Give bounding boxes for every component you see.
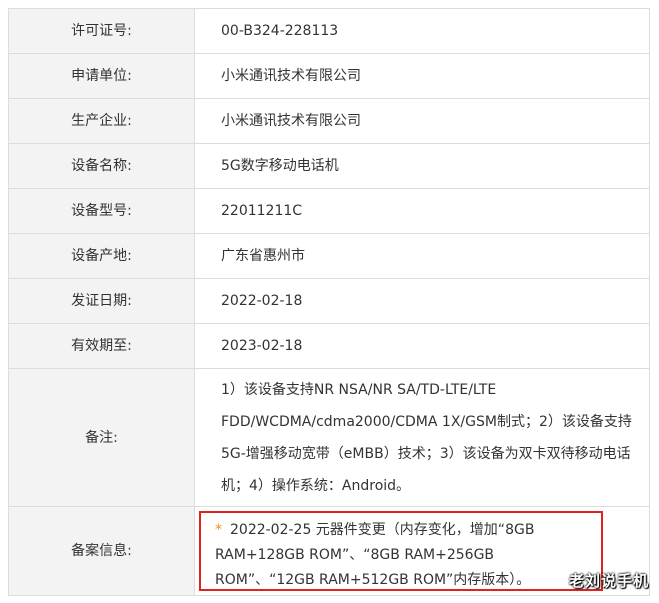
- table-row-device-model: 设备型号: 22011211C: [8, 188, 650, 234]
- table-row-issue-date: 发证日期: 2022-02-18: [8, 278, 650, 324]
- remark-value: 1）该设备支持NR NSA/NR SA/TD-LTE/LTE FDD/WCDMA…: [194, 368, 650, 507]
- table-row-license-number: 许可证号: 00-B324-228113: [8, 8, 650, 54]
- table-row-record-info: 备案信息: * 2022-02-25 元器件变更（内存变化，增加“8GB RAM+…: [8, 506, 650, 596]
- row-label: 设备名称:: [8, 143, 195, 189]
- row-label: 备注:: [8, 368, 195, 507]
- table-row-valid-until: 有效期至: 2023-02-18: [8, 323, 650, 369]
- row-label: 申请单位:: [8, 53, 195, 99]
- row-label: 设备产地:: [8, 233, 195, 279]
- row-value: 22011211C: [194, 188, 650, 234]
- row-label: 生产企业:: [8, 98, 195, 144]
- table-row-remark: 备注: 1）该设备支持NR NSA/NR SA/TD-LTE/LTE FDD/W…: [8, 368, 650, 507]
- row-label: 备案信息:: [8, 506, 195, 596]
- record-value: 2022-02-25 元器件变更（内存变化，增加“8GB RAM+128GB R…: [215, 522, 535, 588]
- table-row-origin: 设备产地: 广东省惠州市: [8, 233, 650, 279]
- row-label: 发证日期:: [8, 278, 195, 324]
- asterisk-icon: *: [215, 522, 222, 538]
- row-value: 2023-02-18: [194, 323, 650, 369]
- device-license-table: 许可证号: 00-B324-228113 申请单位: 小米通讯技术有限公司 生产…: [8, 8, 650, 596]
- row-value: 小米通讯技术有限公司: [194, 98, 650, 144]
- watermark: 老刘说手机: [568, 572, 649, 590]
- highlight-box: * 2022-02-25 元器件变更（内存变化，增加“8GB RAM+128GB …: [199, 511, 603, 591]
- row-value: 小米通讯技术有限公司: [194, 53, 650, 99]
- row-label: 有效期至:: [8, 323, 195, 369]
- table-row-device-name: 设备名称: 5G数字移动电话机: [8, 143, 650, 189]
- row-label: 许可证号:: [8, 8, 195, 54]
- table-row-applicant: 申请单位: 小米通讯技术有限公司: [8, 53, 650, 99]
- row-label: 设备型号:: [8, 188, 195, 234]
- table-row-manufacturer: 生产企业: 小米通讯技术有限公司: [8, 98, 650, 144]
- row-value: 5G数字移动电话机: [194, 143, 650, 189]
- row-value: 广东省惠州市: [194, 233, 650, 279]
- row-value: 00-B324-228113: [194, 8, 650, 54]
- row-value: 2022-02-18: [194, 278, 650, 324]
